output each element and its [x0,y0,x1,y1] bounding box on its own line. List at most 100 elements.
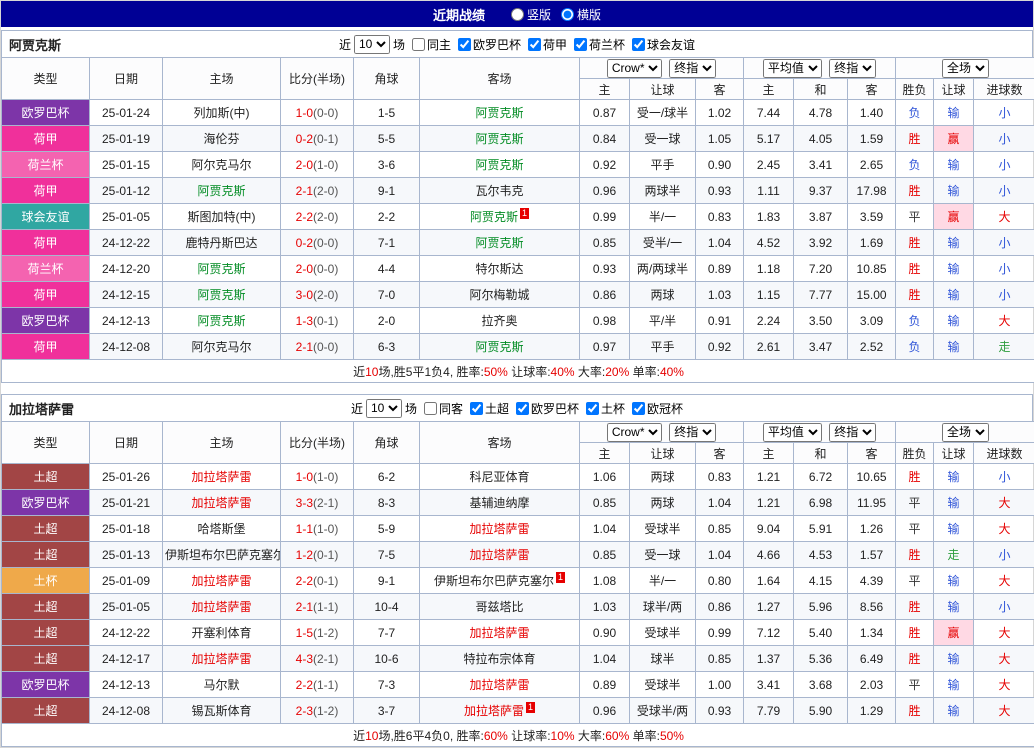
match-row: 土超25-01-26加拉塔萨雷1-0(1-0)6-2科尼亚体育1.06两球0.8… [2,464,1034,490]
odds-home: 0.85 [580,230,630,256]
scope-select[interactable]: 全场 [942,423,989,442]
score: 1-2(0-1) [281,542,354,568]
bookmaker-select[interactable]: Crow* [607,59,662,78]
fulltime-score: 2-2 [296,210,313,224]
result-group-header: 全场 [896,422,1034,443]
avg-away-odds: 15.00 [848,282,896,308]
view-mode-vertical-input[interactable] [511,8,524,21]
recent-count-select[interactable]: 10 [366,399,402,418]
odds-away: 0.85 [696,646,744,672]
odds-away: 0.92 [696,334,744,360]
avg-draw-odds: 3.68 [794,672,848,698]
view-mode-horizontal-radio[interactable]: 横版 [561,6,601,23]
league-filter-label: 欧冠杯 [647,400,683,417]
result-outcome: 胜 [896,256,934,282]
score: 2-1(1-1) [281,594,354,620]
league-filter-input[interactable] [458,38,471,51]
league-filter-checkbox[interactable]: 土超 [470,400,509,417]
corners: 7-0 [354,282,420,308]
average-stage-select[interactable]: 终指 [829,423,876,442]
league-type: 荷甲 [2,230,90,256]
result-outcome: 胜 [896,126,934,152]
league-filter-checkbox[interactable]: 球会友谊 [632,36,695,53]
avg-home-odds: 2.61 [744,334,794,360]
corners: 10-4 [354,594,420,620]
average-select[interactable]: 平均值 [763,423,822,442]
league-filter-input[interactable] [528,38,541,51]
match-date: 24-12-20 [90,256,163,282]
league-filter-input[interactable] [586,402,599,415]
league-filter-checkbox[interactable]: 欧罗巴杯 [458,36,521,53]
halftime-score: (0-0) [313,262,338,276]
avg-home-odds: 7.12 [744,620,794,646]
view-mode-horizontal-input[interactable] [561,8,574,21]
odds-home: 0.99 [580,204,630,230]
team-name: 阿贾克斯 [470,210,518,224]
league-filter-checkbox[interactable]: 荷兰杯 [574,36,625,53]
league-filter-input[interactable] [516,402,529,415]
bookmaker-stage-select[interactable]: 终指 [669,423,716,442]
average-select[interactable]: 平均值 [763,59,822,78]
bookmaker-stage-select[interactable]: 终指 [669,59,716,78]
league-type: 荷兰杯 [2,152,90,178]
section-header: 阿贾克斯 近 10 场 同主 欧罗巴杯 荷甲 荷兰杯 球会友谊 [1,30,1033,57]
league-filter-checkbox[interactable]: 欧罗巴杯 [516,400,579,417]
result-handicap: 输 [934,516,974,542]
league-filter-checkbox[interactable]: 欧冠杯 [632,400,683,417]
view-mode-vertical-radio[interactable]: 竖版 [511,6,551,23]
score: 2-3(1-2) [281,698,354,724]
odds-handicap: 两球 [630,464,696,490]
odds-handicap: 平手 [630,152,696,178]
odds-away: 1.04 [696,230,744,256]
avg-away-odds: 1.26 [848,516,896,542]
league-filter-input[interactable] [632,38,645,51]
halftime-score: (0-0) [313,340,338,354]
league-filter-input[interactable] [632,402,645,415]
score: 4-3(2-1) [281,646,354,672]
result-outcome: 胜 [896,464,934,490]
euro-odds-group-header: 平均值 终指 [744,58,896,79]
score: 2-2(2-0) [281,204,354,230]
league-type: 土超 [2,516,90,542]
odds-handicap: 球半/两 [630,594,696,620]
avg-draw-odds: 4.05 [794,126,848,152]
league-filter-input[interactable] [574,38,587,51]
home-team: 鹿特丹斯巴达 [163,230,281,256]
league-filter-checkbox[interactable]: 荷甲 [528,36,567,53]
section-team-name: 加拉塔萨雷 [9,399,74,418]
venue-filter-input[interactable] [424,402,437,415]
col-header-avg-draw: 和 [794,79,848,100]
avg-draw-odds: 5.90 [794,698,848,724]
result-goals: 大 [974,620,1034,646]
team-section-ajax: 阿贾克斯 近 10 场 同主 欧罗巴杯 荷甲 荷兰杯 球会友谊 类型 日期 主场 [1,30,1033,383]
result-outcome: 平 [896,672,934,698]
avg-draw-odds: 3.47 [794,334,848,360]
league-type: 土超 [2,594,90,620]
recent-count-select[interactable]: 10 [354,35,390,54]
result-handicap: 输 [934,568,974,594]
avg-home-odds: 1.18 [744,256,794,282]
result-goals: 小 [974,178,1034,204]
halftime-score: (0-0) [313,106,338,120]
col-header-res-outcome: 胜负 [896,443,934,464]
avg-home-odds: 7.79 [744,698,794,724]
avg-away-odds: 2.03 [848,672,896,698]
venue-filter-input[interactable] [412,38,425,51]
match-row: 土超25-01-18哈塔斯堡1-1(1-0)5-9加拉塔萨雷1.04受球半0.8… [2,516,1034,542]
red-card-marker: 1 [520,208,529,219]
bookmaker-select[interactable]: Crow* [607,423,662,442]
average-stage-select[interactable]: 终指 [829,59,876,78]
corners: 7-1 [354,230,420,256]
venue-filter-checkbox[interactable]: 同客 [424,400,463,417]
avg-home-odds: 1.21 [744,490,794,516]
league-filter-input[interactable] [470,402,483,415]
match-date: 24-12-15 [90,282,163,308]
league-filter-checkbox[interactable]: 土杯 [586,400,625,417]
avg-draw-odds: 4.78 [794,100,848,126]
avg-home-odds: 7.44 [744,100,794,126]
venue-filter-checkbox[interactable]: 同主 [412,36,451,53]
avg-away-odds: 1.29 [848,698,896,724]
league-type: 土杯 [2,568,90,594]
odds-home: 0.84 [580,126,630,152]
scope-select[interactable]: 全场 [942,59,989,78]
